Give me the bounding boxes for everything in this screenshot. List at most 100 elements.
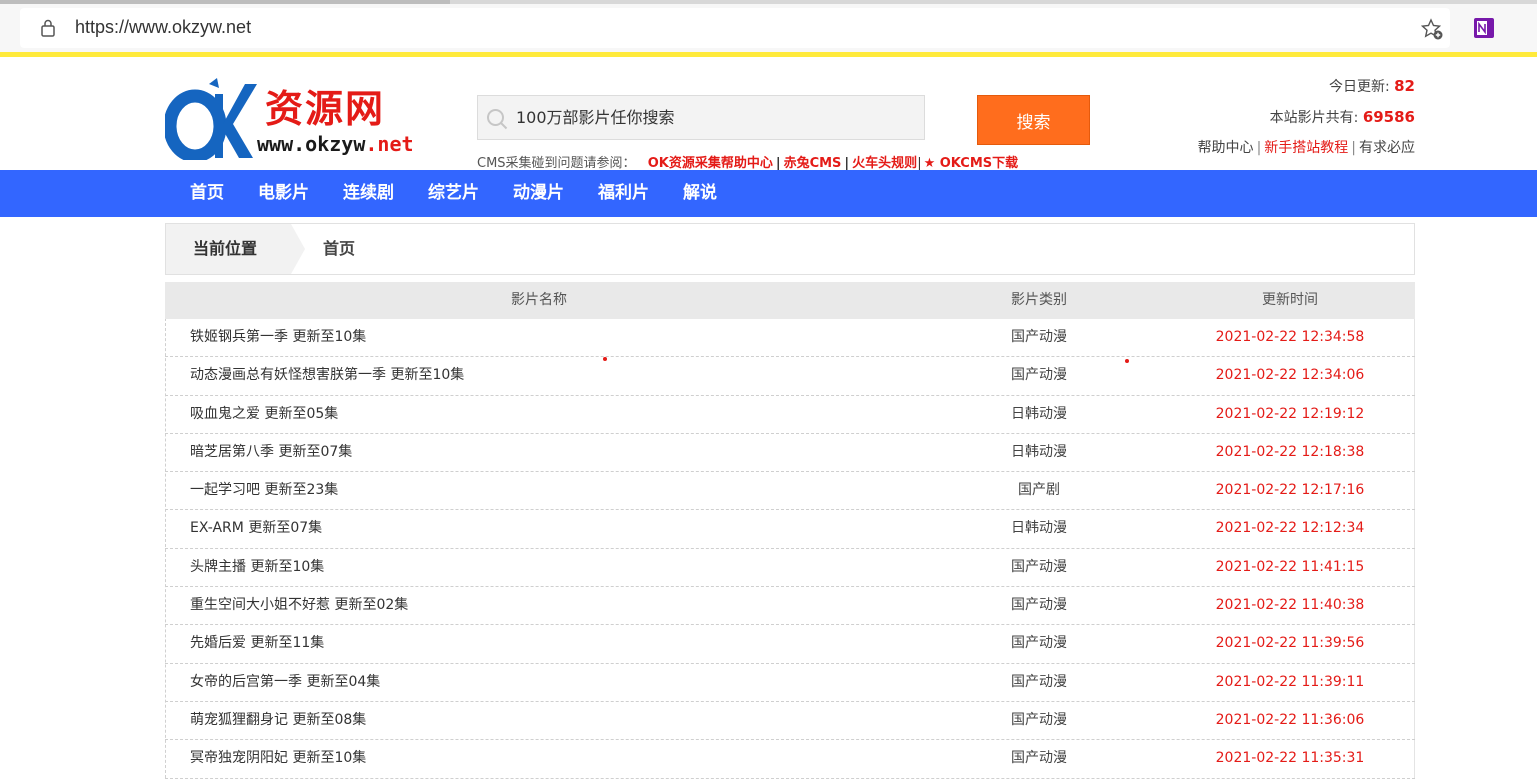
total-videos: 本站影片共有: 69586 [1198,107,1415,138]
today-updates: 今日更新: 82 [1198,76,1415,107]
cms-help-line: CMS采集碰到问题请参阅： OK资源采集帮助中心 | 赤兔CMS | 火车头规则| ★ O… [477,152,1018,171]
table-row[interactable]: 一起学习吧 更新至23集 国产剧 2021-02-22 12:17:16 [165,472,1415,511]
table-row[interactable]: EX-ARM 更新至07集 日韩动漫 2021-02-22 12:12:34 [165,510,1415,549]
video-time: 2021-02-22 11:39:56 [1215,635,1365,652]
total-label: 本站影片共有: [1269,110,1359,126]
cms-link-locomotive[interactable]: 火车头规则 [852,156,917,171]
table-row[interactable]: 先婚后爱 更新至11集 国产动漫 2021-02-22 11:39:56 [165,625,1415,664]
video-name[interactable]: 暗芝居第八季 更新至07集 [165,434,913,471]
video-type[interactable]: 国产动漫 [913,702,1165,739]
video-type[interactable]: 国产动漫 [913,664,1165,701]
nav-anime[interactable]: 动漫片 [513,170,564,217]
table-row[interactable]: 女帝的后宫第一季 更新至04集 国产动漫 2021-02-22 11:39:11 [165,664,1415,702]
table-row[interactable]: 暗芝居第八季 更新至07集 日韩动漫 2021-02-22 12:18:38 [165,434,1415,473]
cms-separator: | [917,156,922,171]
video-time: 2021-02-22 11:36:06 [1215,711,1365,728]
header-type: 影片类别 [1011,292,1067,308]
video-name[interactable]: EX-ARM 更新至07集 [165,510,913,547]
site-stats: 今日更新: 82 本站影片共有: 69586 帮助中心 | 新手搭站教程 | 有求必应 [1198,76,1415,169]
video-type[interactable]: 国产动漫 [913,625,1165,662]
nav-list: 首页 电影片 连续剧 综艺片 动漫片 福利片 解说 [190,170,751,217]
video-list-header: 影片名称 影片类别 更新时间 [165,282,1415,319]
video-time: 2021-02-22 11:40:38 [1215,597,1365,614]
logo-url-net: .net [365,132,414,156]
breadcrumb-current[interactable]: 首页 [323,224,355,274]
cms-link-okcms-download[interactable]: ★ OKCMS下载 [924,156,1019,171]
cms-separator: | [844,156,850,171]
help-center-link[interactable]: 帮助中心 [1198,140,1254,156]
search-box [477,95,925,140]
logo-ok-mark-icon [165,78,257,160]
video-name[interactable]: 女帝的后宫第一季 更新至04集 [165,664,913,701]
nav-series[interactable]: 连续剧 [343,170,394,217]
header-links: 帮助中心 | 新手搭站教程 | 有求必应 [1198,138,1415,169]
ticker-strip [0,52,1537,57]
cms-help-prefix: CMS采集碰到问题请参阅： [477,156,636,171]
cms-link-help-center[interactable]: OK资源采集帮助中心 [648,156,773,171]
logo-text: 资源网 [265,87,386,131]
nav-variety[interactable]: 综艺片 [428,170,479,217]
video-time: 2021-02-22 11:41:15 [1215,558,1365,575]
video-type[interactable]: 国产动漫 [913,319,1165,356]
lock-icon[interactable] [40,19,56,37]
video-time: 2021-02-22 12:12:34 [1215,520,1365,537]
nav-home[interactable]: 首页 [190,170,224,217]
today-value: 82 [1394,77,1415,95]
video-time: 2021-02-22 12:34:58 [1215,329,1365,345]
table-row[interactable]: 重生空间大小姐不好惹 更新至02集 国产动漫 2021-02-22 11:40:38 [165,587,1415,626]
video-name[interactable]: 动态漫画总有妖怪想害朕第一季 更新至10集 [165,357,913,394]
table-row[interactable]: 头牌主播 更新至10集 国产动漫 2021-02-22 11:41:15 [165,549,1415,588]
video-type[interactable]: 日韩动漫 [913,396,1165,433]
breadcrumb-arrow [291,224,305,274]
breadcrumb: 当前位置 首页 [165,223,1415,275]
decorative-dot [603,357,607,361]
site-logo[interactable]: 资源网 www.okzyw.net [165,70,445,162]
video-name[interactable]: 重生空间大小姐不好惹 更新至02集 [165,587,913,624]
video-time: 2021-02-22 12:19:12 [1215,405,1365,422]
main-nav: 首页 电影片 连续剧 综艺片 动漫片 福利片 解说 [0,170,1537,217]
request-link[interactable]: 有求必应 [1359,140,1415,156]
today-label: 今日更新: [1328,79,1390,95]
video-name[interactable]: 萌宠狐狸翻身记 更新至08集 [165,702,913,739]
video-time: 2021-02-22 12:17:16 [1215,482,1365,499]
nav-commentary[interactable]: 解说 [683,170,717,217]
onenote-icon[interactable] [1473,17,1495,39]
table-row[interactable]: 冥帝独宠阴阳妃 更新至10集 国产动漫 2021-02-22 11:35:31 [165,740,1415,779]
header-time: 更新时间 [1262,292,1318,308]
total-value: 69586 [1362,108,1415,126]
video-name[interactable]: 先婚后爱 更新至11集 [165,625,913,662]
address-bar: https://www.okzyw.net [0,4,1537,52]
video-type[interactable]: 国产剧 [913,472,1165,509]
table-row[interactable]: 萌宠狐狸翻身记 更新至08集 国产动漫 2021-02-22 11:36:06 [165,702,1415,741]
table-row[interactable]: 吸血鬼之爱 更新至05集 日韩动漫 2021-02-22 12:19:12 [165,396,1415,434]
search-button[interactable]: 搜索 [977,95,1090,145]
video-name[interactable]: 铁姬钢兵第一季 更新至10集 [165,319,913,356]
video-type[interactable]: 日韩动漫 [913,510,1165,547]
video-name[interactable]: 吸血鬼之爱 更新至05集 [165,396,913,433]
table-row[interactable]: 动态漫画总有妖怪想害朕第一季 更新至10集 国产动漫 2021-02-22 12:3… [165,357,1415,396]
decorative-dot [1125,359,1129,363]
table-row[interactable]: 铁姬钢兵第一季 更新至10集 国产动漫 2021-02-22 12:34:58 [165,319,1415,358]
cms-link-chitu[interactable]: 赤兔CMS [784,156,842,171]
video-type[interactable]: 日韩动漫 [913,434,1165,471]
link-separator: | [1256,140,1262,156]
video-time: 2021-02-22 12:18:38 [1215,443,1365,460]
nav-movies[interactable]: 电影片 [258,170,309,217]
breadcrumb-label: 当前位置 [166,224,291,274]
nav-welfare[interactable]: 福利片 [598,170,649,217]
search-icon [487,109,508,130]
logo-url-main: www.okzyw [257,132,366,156]
url-text[interactable]: https://www.okzyw.net [75,17,251,38]
search-input[interactable] [516,96,916,139]
link-separator: | [1351,140,1356,156]
video-name[interactable]: 头牌主播 更新至10集 [165,549,913,586]
video-name[interactable]: 一起学习吧 更新至23集 [165,472,913,509]
favorite-star-icon[interactable] [1420,17,1444,41]
url-box[interactable]: https://www.okzyw.net [20,8,1450,48]
setup-tutorial-link[interactable]: 新手搭站教程 [1264,140,1348,156]
video-time: 2021-02-22 12:34:06 [1215,367,1365,384]
video-type[interactable]: 国产动漫 [913,549,1165,586]
video-time: 2021-02-22 11:39:11 [1215,673,1365,690]
video-type[interactable]: 国产动漫 [913,587,1165,624]
cms-separator: | [775,156,781,171]
